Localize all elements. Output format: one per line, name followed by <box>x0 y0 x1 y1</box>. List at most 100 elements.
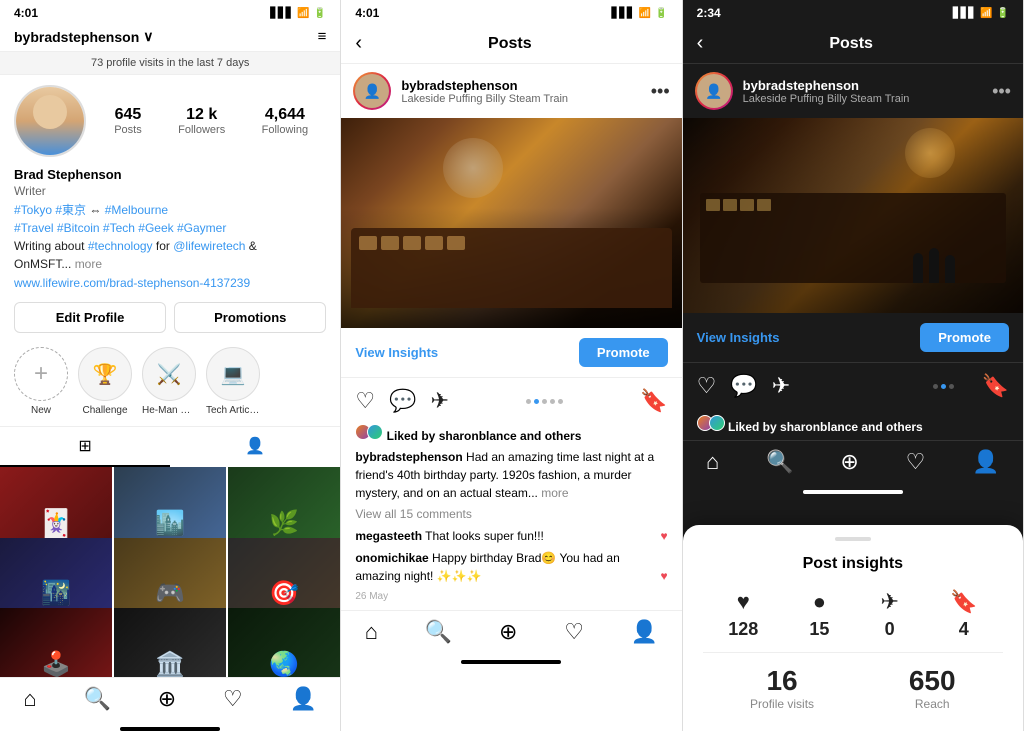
post-date-2: 26 May <box>341 587 681 610</box>
like-icon-3[interactable]: ♡ <box>697 373 717 399</box>
back-button-2[interactable]: ‹ <box>355 32 362 55</box>
bookmark-icon-3[interactable]: 🔖 <box>982 373 1009 399</box>
status-bar-3: 2:34 ▋▋▋ 📶 🔋 <box>683 0 1023 24</box>
photo-cell-7[interactable]: 🕹️ <box>0 608 112 677</box>
insights-divider <box>703 652 1003 653</box>
liked-avatar-b <box>367 424 383 440</box>
reach-label: Reach <box>909 697 956 711</box>
search-nav-icon[interactable]: 🔍 <box>83 686 110 712</box>
followers-stat: 12 k Followers <box>178 106 225 136</box>
insights-handle <box>835 537 871 541</box>
shares-insight-icon: ✈ <box>880 589 898 615</box>
search-nav-icon-2[interactable]: 🔍 <box>425 619 452 645</box>
username-display[interactable]: bybradstephenson ∨ <box>14 28 154 45</box>
dot-3-1 <box>933 384 938 389</box>
time-3: 2:34 <box>697 6 721 20</box>
story-heman[interactable]: ⚔️ He-Man Mo... <box>142 347 196 416</box>
post-location-2: Lakeside Puffing Billy Steam Train <box>401 93 640 105</box>
bookmark-icon-2[interactable]: 🔖 <box>640 388 667 414</box>
edit-profile-button[interactable]: Edit Profile <box>14 302 166 333</box>
story-tech-articles[interactable]: 💻 Tech Articles <box>206 347 260 416</box>
post-username-2: bybradstephenson <box>401 78 640 93</box>
insights-likes-col: ♥ 128 <box>728 589 758 640</box>
carousel-dots-2 <box>526 399 563 404</box>
profile-nav-icon-2[interactable]: 👤 <box>631 619 658 645</box>
grid-view-button[interactable]: ⊞ <box>0 427 170 467</box>
search-nav-icon-3[interactable]: 🔍 <box>766 449 793 475</box>
likes-nav-icon-2[interactable]: ♡ <box>564 619 584 645</box>
posts-stat: 645 Posts <box>114 106 142 136</box>
profile-nav-icon-3[interactable]: 👤 <box>972 449 999 475</box>
add-nav-icon-3[interactable]: ⊕ <box>840 449 858 475</box>
person-tag-icon: 👤 <box>245 436 265 456</box>
profile-link[interactable]: www.lifewire.com/brad-stephenson-4137239 <box>0 273 340 298</box>
tagged-view-button[interactable]: 👤 <box>170 427 340 467</box>
view-insights-button-3[interactable]: View Insights <box>697 330 780 345</box>
back-button-3[interactable]: ‹ <box>697 32 704 55</box>
liked-by-2: Liked by sharonblance and others <box>341 424 681 448</box>
profile-buttons: Edit Profile Promotions <box>0 298 340 343</box>
heman-story-circle: ⚔️ <box>142 347 196 401</box>
profile-nav-icon[interactable]: 👤 <box>289 686 316 712</box>
home-nav-icon-2[interactable]: ⌂ <box>365 619 378 645</box>
view-insights-bar-3: View Insights Promote <box>683 313 1023 363</box>
train-windows-2 <box>351 228 671 258</box>
dot-5 <box>558 399 563 404</box>
story-new[interactable]: + New <box>14 347 68 416</box>
likes-nav-icon-3[interactable]: ♡ <box>906 449 926 475</box>
home-nav-icon[interactable]: ⌂ <box>23 686 36 712</box>
insights-metrics-row: 16 Profile visits 650 Reach <box>703 665 1003 711</box>
dot-3-3 <box>949 384 954 389</box>
view-insights-button-2[interactable]: View Insights <box>355 345 438 360</box>
view-all-comments-2[interactable]: View all 15 comments <box>341 507 681 525</box>
comment-icon-2[interactable]: 💬 <box>389 388 416 414</box>
battery-icon-3: 🔋 <box>997 8 1009 19</box>
new-story-circle: + <box>14 347 68 401</box>
post-user-row-3: 👤 bybradstephenson Lakeside Puffing Bill… <box>683 64 1023 118</box>
profile-visits-bar: 73 profile visits in the last 7 days <box>0 51 340 75</box>
signal-icon-3: ▋▋▋ <box>953 8 976 19</box>
likes-nav-icon[interactable]: ♡ <box>223 686 243 712</box>
insights-icons-row: ♥ 128 ● 15 ✈ 0 🔖 4 <box>703 589 1003 640</box>
comment-heart-icon-1[interactable]: ♥ <box>661 527 668 545</box>
promotions-button[interactable]: Promotions <box>174 302 326 333</box>
comment-row-2: onomichikae Happy birthday Brad😊 You had… <box>341 547 681 587</box>
liked-by-name-3[interactable]: sharonblance <box>780 420 858 434</box>
signal-icon: ▋▋▋ <box>270 8 293 19</box>
like-icon-2[interactable]: ♡ <box>355 388 375 414</box>
hamburger-menu-icon[interactable]: ≡ <box>318 28 327 45</box>
tw-3c <box>740 199 754 211</box>
following-stat: 4,644 Following <box>262 106 308 136</box>
light-glow-3 <box>905 128 955 178</box>
comment-heart-icon-2[interactable]: ♥ <box>661 567 668 585</box>
liked-by-3: Liked by sharonblance and others <box>683 409 1023 440</box>
post-more-icon-3[interactable]: ••• <box>992 81 1011 102</box>
wifi-icon-2: 📶 <box>639 8 651 19</box>
post-username-3: bybradstephenson <box>743 78 982 93</box>
promote-button-3[interactable]: Promote <box>920 323 1009 352</box>
post-avatar-inner-2: 👤 <box>355 74 389 108</box>
view-insights-bar-2: View Insights Promote <box>341 328 681 378</box>
liked-by-name-2[interactable]: sharonblance <box>439 429 517 443</box>
photo-cell-9[interactable]: 🌏 <box>228 608 340 677</box>
comments-insight-icon: ● <box>813 589 826 615</box>
battery-icon: 🔋 <box>314 8 326 19</box>
post-more-icon-2[interactable]: ••• <box>651 81 670 102</box>
dot-2 <box>534 399 539 404</box>
wifi-icon-3: 📶 <box>980 8 992 19</box>
post-avatar-inner-3: 👤 <box>697 74 731 108</box>
add-nav-icon[interactable]: ⊕ <box>158 686 176 712</box>
add-nav-icon-2[interactable]: ⊕ <box>499 619 517 645</box>
saves-insight-icon: 🔖 <box>950 589 977 615</box>
photo-cell-8[interactable]: 🏛️ <box>114 608 226 677</box>
stories-row: + New 🏆 Challenge ⚔️ He-Man Mo... 💻 Tech… <box>0 343 340 426</box>
share-icon-3[interactable]: ✈ <box>772 373 790 399</box>
home-nav-icon-3[interactable]: ⌂ <box>706 449 719 475</box>
liked-avatars-2 <box>355 424 379 440</box>
status-icons-1: ▋▋▋ 📶 🔋 <box>270 8 326 19</box>
story-challenge[interactable]: 🏆 Challenge <box>78 347 132 416</box>
insights-comments-col: ● 15 <box>809 589 829 640</box>
comment-icon-3[interactable]: 💬 <box>730 373 757 399</box>
promote-button-2[interactable]: Promote <box>579 338 668 367</box>
share-icon-2[interactable]: ✈ <box>430 388 448 414</box>
